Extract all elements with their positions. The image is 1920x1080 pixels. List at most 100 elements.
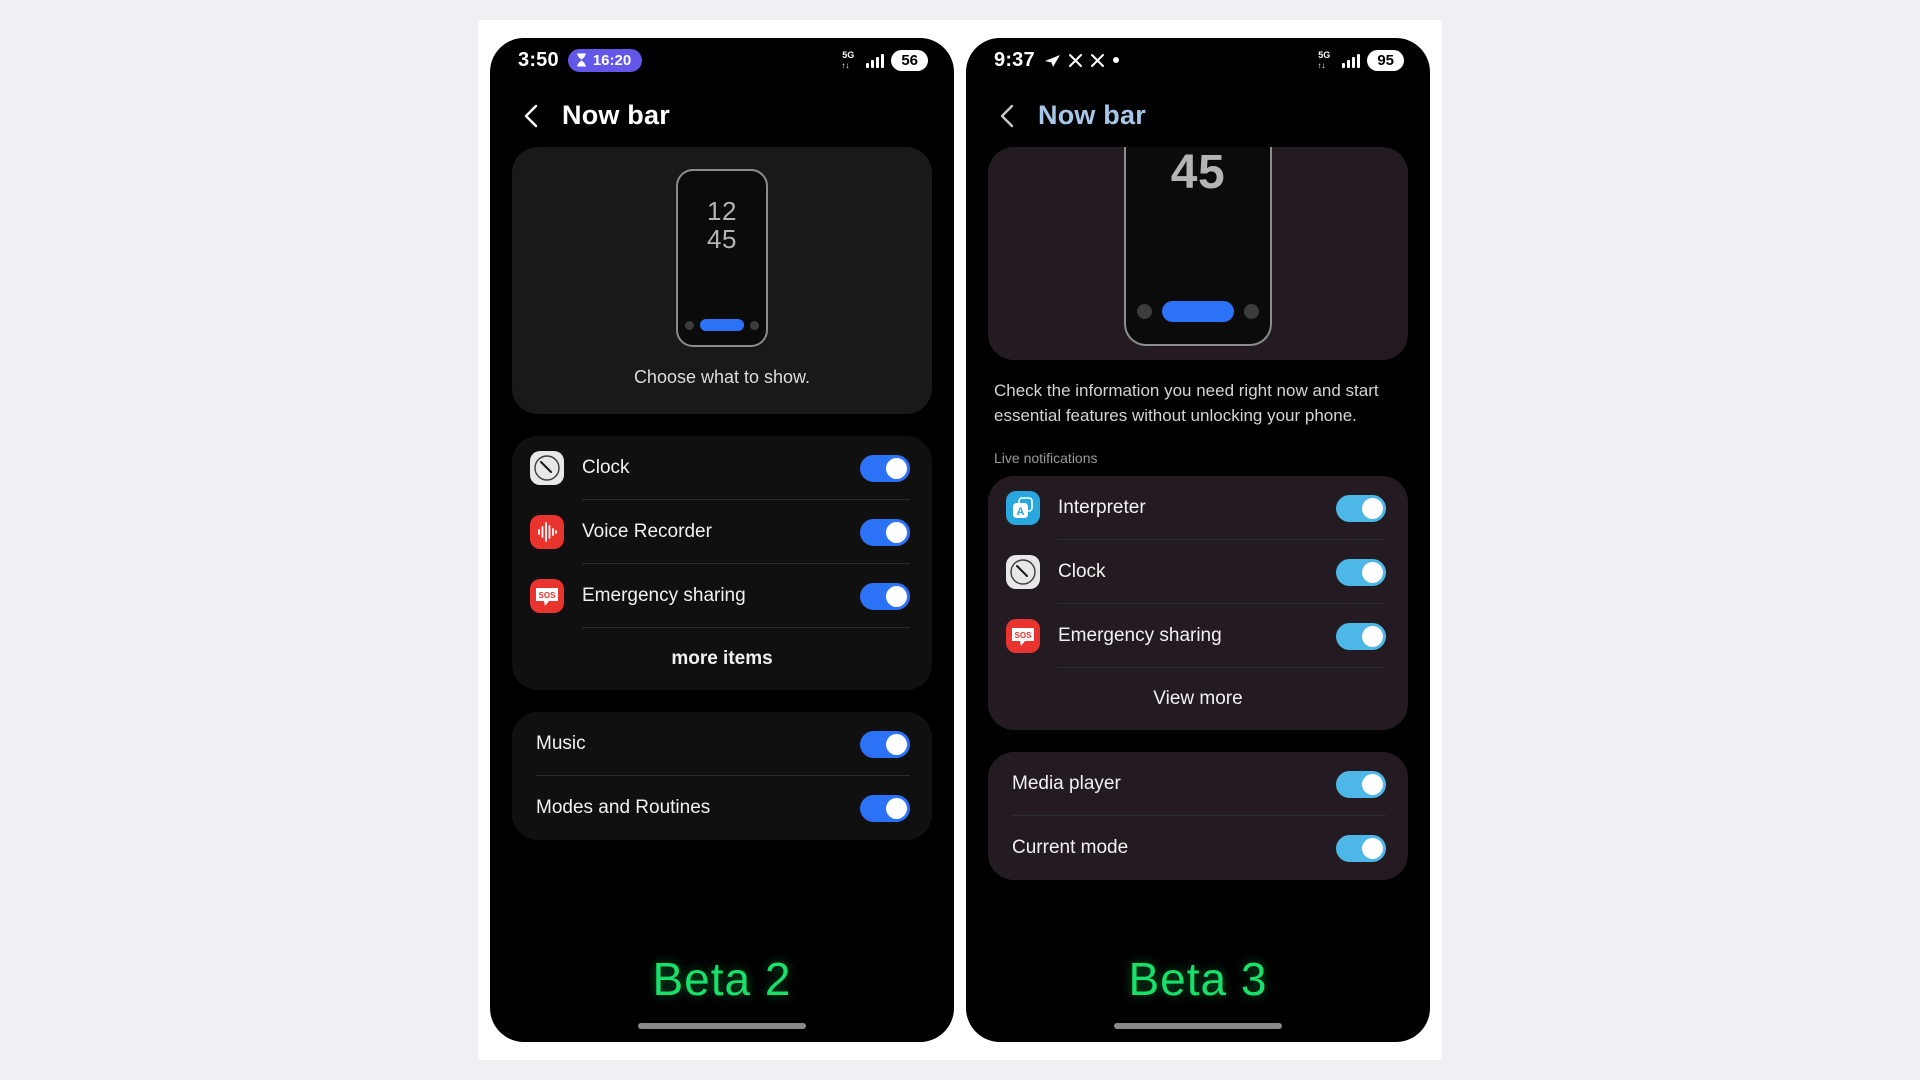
table-row[interactable]: Media player: [988, 752, 1408, 816]
row-label: Modes and Routines: [536, 797, 711, 818]
emergency-sos-app-icon: SOS: [530, 579, 564, 613]
row-label: Music: [536, 733, 586, 754]
mini-clock-minutes: 45: [1170, 147, 1226, 199]
mini-now-bar: [678, 319, 766, 345]
toggle-switch[interactable]: [1336, 770, 1386, 798]
beta-version-label: Beta 2: [652, 953, 792, 1005]
more-items-button[interactable]: more items: [512, 628, 932, 690]
row-label: Clock: [582, 457, 630, 478]
view-more-button[interactable]: View more: [988, 668, 1408, 730]
table-row[interactable]: Music: [512, 712, 932, 776]
table-row[interactable]: SOS Emergency sharing: [988, 604, 1408, 668]
signal-bars-icon: [1342, 52, 1361, 68]
row-label: Clock: [1058, 561, 1106, 582]
battery-indicator: 95: [1367, 49, 1404, 71]
emergency-sos-app-icon: SOS: [1006, 619, 1040, 653]
table-row[interactable]: A Interpreter: [988, 476, 1408, 540]
x-close-icon: [1068, 53, 1082, 67]
status-bar-right: 5G ↑↓ 56: [837, 49, 928, 71]
interpreter-app-icon: A: [1006, 491, 1040, 525]
page-root: 3:50 16:20 5G ↑↓ 56 Now bar 12 45 Choose…: [0, 0, 1920, 1080]
network-5g-icon: 5G ↑↓: [841, 50, 855, 70]
toggle-switch[interactable]: [860, 582, 910, 610]
comparison-frame: 3:50 16:20 5G ↑↓ 56 Now bar 12 45 Choose…: [478, 20, 1442, 1060]
status-bar: 3:50 16:20 5G ↑↓ 56: [490, 38, 954, 82]
mini-clock-minutes: 45: [707, 224, 737, 254]
preview-card: 12 45 Choose what to show.: [512, 147, 932, 414]
hourglass-icon: [576, 53, 586, 67]
mini-now-bar-pill: [700, 319, 744, 331]
back-chevron-icon[interactable]: [996, 103, 1018, 129]
telegram-send-icon: [1044, 54, 1060, 67]
secondary-items-card: Media player Current mode: [988, 752, 1408, 880]
toggle-switch[interactable]: [860, 730, 910, 758]
table-row[interactable]: Modes and Routines: [512, 776, 932, 840]
mini-phone-illustration: 45: [1124, 147, 1272, 346]
preview-description: Check the information you need right now…: [994, 381, 1379, 425]
toggle-switch[interactable]: [1336, 622, 1386, 650]
svg-text:A: A: [1017, 506, 1025, 518]
toggle-switch[interactable]: [1336, 834, 1386, 862]
clock-app-icon: [530, 451, 564, 485]
home-indicator[interactable]: [1114, 1023, 1282, 1029]
table-row[interactable]: Clock: [988, 540, 1408, 604]
live-items-card: Clock Voice Recorder SOS Emergency shari…: [512, 436, 932, 690]
home-indicator[interactable]: [638, 1023, 806, 1029]
timer-pill-text: 16:20: [592, 51, 632, 69]
table-row[interactable]: Voice Recorder: [512, 500, 932, 564]
secondary-items-card: Music Modes and Routines: [512, 712, 932, 840]
status-bar-left: 3:50 16:20: [518, 48, 643, 72]
section-header-live-notifications: Live notifications: [994, 450, 1098, 466]
table-row[interactable]: SOS Emergency sharing: [512, 564, 932, 628]
row-label: Media player: [1012, 773, 1121, 794]
beta-version-label: Beta 3: [1128, 953, 1268, 1005]
x-close-icon: [1090, 53, 1104, 67]
mini-phone-illustration: 12 45: [676, 169, 768, 347]
timer-pill-badge: 16:20: [567, 48, 643, 72]
mini-dot-left: [1137, 304, 1152, 319]
mini-dot-right: [1244, 304, 1259, 319]
mini-clock-hours: 12: [707, 196, 737, 226]
row-label: Current mode: [1012, 837, 1129, 858]
scroll-body: 45 Check the information you need right …: [966, 147, 1430, 1042]
mini-now-bar-pill: [1162, 301, 1234, 322]
clock-app-icon: [1006, 555, 1040, 589]
preview-card: 45: [988, 147, 1408, 360]
battery-indicator: 56: [891, 49, 928, 71]
status-time: 9:37: [994, 48, 1035, 71]
toggle-switch[interactable]: [860, 518, 910, 546]
mini-now-bar: [1126, 301, 1270, 344]
table-row[interactable]: Current mode: [988, 816, 1408, 880]
status-bar: 9:37 5G ↑↓ 95: [966, 38, 1430, 82]
row-divider: [1058, 667, 1386, 668]
phone-screenshot-beta2: 3:50 16:20 5G ↑↓ 56 Now bar 12 45 Choose…: [490, 38, 954, 1042]
toggle-switch[interactable]: [1336, 494, 1386, 522]
dot-icon: [1112, 57, 1119, 63]
phone-screenshot-beta3: 9:37 5G ↑↓ 95 Now bar 45 Check the infor…: [966, 38, 1430, 1042]
status-notification-icons: [1044, 52, 1120, 69]
status-bar-left: 9:37: [994, 49, 1120, 72]
row-label: Emergency sharing: [1058, 625, 1222, 646]
back-chevron-icon[interactable]: [520, 103, 542, 129]
svg-text:SOS: SOS: [539, 591, 557, 600]
row-label: Voice Recorder: [582, 521, 712, 542]
signal-bars-icon: [866, 52, 885, 68]
toggle-switch[interactable]: [860, 794, 910, 822]
table-row[interactable]: Clock: [512, 436, 932, 500]
voice-recorder-app-icon: [530, 515, 564, 549]
app-bar: Now bar: [490, 82, 954, 147]
toggle-switch[interactable]: [1336, 558, 1386, 586]
mini-dot-right: [750, 320, 759, 330]
svg-text:SOS: SOS: [1015, 631, 1033, 640]
live-items-card: A Interpreter Clock SOS Emergency sharin…: [988, 476, 1408, 730]
preview-caption: Choose what to show.: [633, 367, 811, 387]
toggle-switch[interactable]: [860, 454, 910, 482]
status-time: 3:50: [518, 48, 559, 71]
mini-dot-left: [685, 320, 694, 330]
page-title: Now bar: [1038, 100, 1146, 130]
status-bar-right: 5G ↑↓ 95: [1313, 49, 1404, 71]
network-5g-icon: 5G ↑↓: [1317, 50, 1331, 70]
row-label: Interpreter: [1058, 497, 1146, 518]
row-divider: [582, 627, 910, 628]
page-title: Now bar: [562, 100, 670, 130]
